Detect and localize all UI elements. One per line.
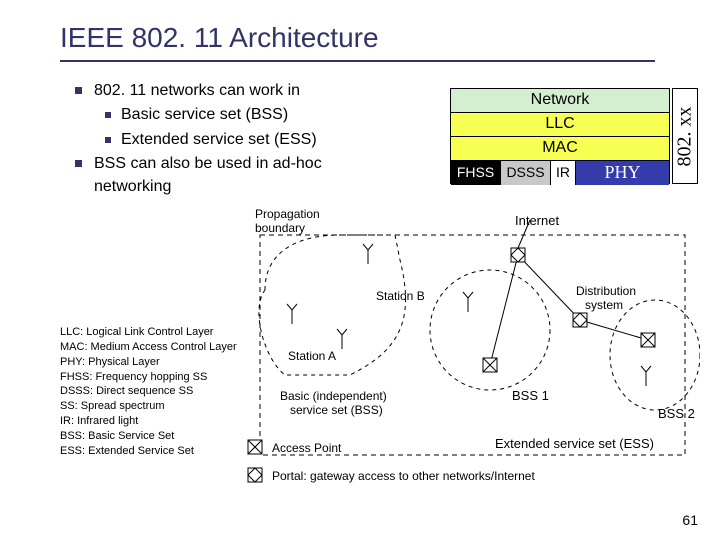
bss2-label: BSS 2 — [658, 406, 695, 421]
glossary-line: PHY: Physical Layer — [60, 355, 237, 370]
stack-phy: PHY — [576, 161, 669, 185]
portal-symbol — [573, 313, 587, 327]
glossary-line: IR: Infrared light — [60, 414, 237, 429]
glossary-line: MAC: Medium Access Control Layer — [60, 340, 237, 355]
glossary-line: ESS: Extended Service Set — [60, 444, 237, 459]
bullet-1: 802. 11 networks can work in — [75, 80, 374, 102]
slide-title: IEEE 802. 11 Architecture — [60, 22, 379, 54]
stack-side-label: 802. xx — [672, 88, 698, 184]
ap-symbol — [641, 333, 655, 347]
glossary: LLC: Logical Link Control Layer MAC: Med… — [60, 325, 237, 459]
ap-symbol — [483, 358, 497, 372]
internet-label: Internet — [515, 213, 559, 228]
bss1-label: BSS 1 — [512, 388, 549, 403]
stack-side-text: 802. xx — [674, 106, 697, 166]
distsys-label-1: Distribution — [576, 284, 636, 298]
portal-legend-label: Portal: gateway access to other networks… — [272, 469, 535, 483]
bullet-list: 802. 11 networks can work in Basic servi… — [75, 80, 374, 200]
glossary-line: BSS: Basic Service Set — [60, 429, 237, 444]
bullet-1a-text: Basic service set (BSS) — [121, 104, 288, 126]
stationA-label: Station A — [288, 349, 336, 363]
propagation-label-2: boundary — [255, 221, 305, 235]
glossary-line: SS: Spread spectrum — [60, 399, 237, 414]
bullet-square-icon — [75, 87, 82, 94]
bss2-ellipse — [610, 300, 700, 410]
stack-mac: MAC — [450, 136, 670, 160]
ess-label: Extended service set (ESS) — [495, 436, 654, 451]
station-icon — [363, 244, 373, 264]
bullet-1-text: 802. 11 networks can work in — [94, 80, 300, 102]
stack-ir: IR — [551, 161, 576, 185]
glossary-line: DSSS: Direct sequence SS — [60, 384, 237, 399]
ds-line-2 — [518, 255, 580, 320]
propagation-label-1: Propagation — [255, 207, 320, 221]
title-underline — [60, 60, 655, 62]
bullet-square-icon — [105, 112, 111, 118]
bullet-square-icon — [75, 160, 82, 167]
bibss-label-1: Basic (independent) — [280, 389, 387, 403]
station-icon — [641, 366, 651, 386]
bullet-square-icon — [105, 137, 111, 143]
portal-symbol — [511, 248, 525, 262]
glossary-line: FHSS: Frequency hopping SS — [60, 370, 237, 385]
page-number: 61 — [682, 512, 698, 528]
ds-line-3 — [580, 320, 648, 340]
stationB-label: Station B — [376, 289, 425, 303]
bullet-2: BSS can also be used in ad-hoc networkin… — [75, 153, 374, 198]
portal-legend-symbol — [248, 468, 262, 482]
bullet-2-text: BSS can also be used in ad-hoc networkin… — [94, 153, 374, 198]
bullet-1a: Basic service set (BSS) — [105, 104, 374, 126]
bullet-1b: Extended service set (ESS) — [105, 129, 374, 151]
bibss-label-2: service set (BSS) — [290, 403, 383, 417]
stack-network: Network — [450, 88, 670, 112]
ap-legend-label: Access Point — [272, 441, 342, 455]
distsys-label-2: system — [585, 298, 623, 312]
station-icon — [463, 292, 473, 312]
glossary-line: LLC: Logical Link Control Layer — [60, 325, 237, 340]
ap-legend-symbol — [248, 440, 262, 454]
stack-phy-row: FHSS DSSS IR PHY — [450, 160, 670, 184]
stack-llc: LLC — [450, 112, 670, 136]
stack-fhss: FHSS — [451, 161, 501, 185]
ess-boundary — [260, 235, 685, 455]
station-icon — [287, 304, 297, 324]
station-icon — [337, 329, 347, 349]
bullet-1b-text: Extended service set (ESS) — [121, 129, 317, 151]
protocol-stack: Network LLC MAC FHSS DSSS IR PHY — [450, 88, 670, 184]
stack-dsss: DSSS — [501, 161, 551, 185]
